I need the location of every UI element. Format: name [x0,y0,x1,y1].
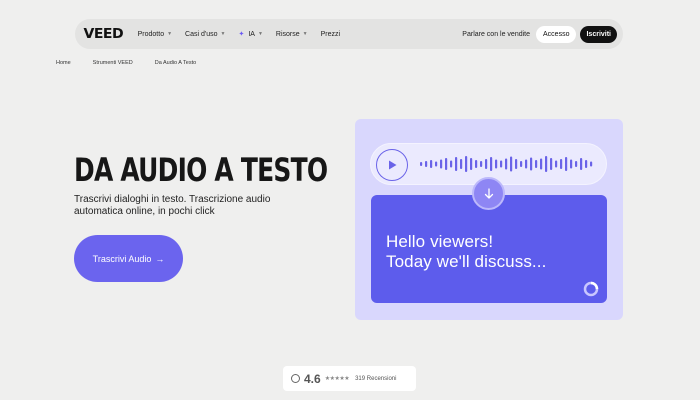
chevron-down-icon: ▼ [167,31,173,37]
waveform-bar [450,160,453,168]
waveform-bar [550,158,553,170]
waveform-bar [455,157,458,171]
veed-logo[interactable]: VEED [84,27,124,42]
waveform-bar [530,157,533,171]
breadcrumb-tools[interactable]: Strumenti VEED [93,60,133,66]
transcript-text: Hello viewers! Today we'll discuss... [386,232,547,271]
waveform-bar [515,159,518,169]
cta-label: Trascrivi Audio [92,253,152,264]
waveform-bar [480,161,483,167]
breadcrumb: Home Strumenti VEED Da Audio A Testo [56,60,218,66]
nav-item-prodotto[interactable]: Prodotto ▼ [138,31,172,38]
arrow-down-icon [472,177,505,210]
waveform-bar [440,159,443,169]
waveform-bar [430,160,433,168]
sales-link[interactable]: Parlare con le vendite [462,31,530,38]
waveform-icon [420,156,593,172]
chevron-down-icon: ▼ [220,31,226,37]
waveform-bar [470,158,473,170]
nav-item-ia[interactable]: ✦ IA ▼ [238,30,263,39]
waveform-bar [555,160,558,168]
nav-item-casi-duso[interactable]: Casi d'uso ▼ [185,31,225,38]
waveform-bar [590,161,593,167]
waveform-bar [520,161,523,167]
page-subtitle: Trascrivi dialoghi in testo. Trascrizion… [74,194,271,217]
signup-button[interactable]: Iscriviti [580,25,617,43]
waveform-bar [570,159,573,169]
waveform-bar [420,162,423,166]
waveform-bar [545,156,548,172]
nav-links: Prodotto ▼ Casi d'uso ▼ ✦ IA ▼ Risorse ▼ Prez… [138,30,353,39]
page-title: DA AUDIO A TESTO [74,151,328,189]
waveform-bar [540,158,543,170]
login-button[interactable]: Accesso [536,25,577,43]
waveform-bar [525,159,528,169]
waveform-bar [580,158,583,170]
waveform-bar [490,157,493,171]
play-icon [376,149,408,181]
review-count: 319 Recensioni [355,375,397,382]
waveform-bar [435,161,438,167]
waveform-bar [575,161,578,167]
star-rating-icon: ★★★★★ [324,376,350,382]
sparkle-icon: ✦ [238,31,245,38]
waveform-bar [475,160,478,168]
waveform-bar [535,160,538,168]
waveform-bar [565,157,568,171]
breadcrumb-home[interactable]: Home [56,60,71,66]
waveform-bar [465,156,468,172]
arrow-right-icon: → [155,253,165,264]
breadcrumb-current: Da Audio A Testo [154,60,197,66]
loading-ring-icon [583,281,599,297]
rating-score: 4.6 [304,371,321,386]
chevron-down-icon: ▼ [257,31,263,37]
waveform-bar [495,159,498,169]
waveform-bar [425,161,428,167]
transcribe-audio-button[interactable]: Trascrivi Audio → [74,235,183,282]
transcript-box: Hello viewers! Today we'll discuss... [371,195,607,303]
google-icon [291,374,300,383]
nav-actions: Parlare con le vendite Accesso Iscriviti [462,25,617,43]
waveform-bar [510,156,513,172]
waveform-bar [445,158,448,170]
chevron-down-icon: ▼ [302,31,308,37]
waveform-bar [585,160,588,168]
waveform-bar [500,160,503,168]
waveform-bar [485,159,488,169]
waveform-bar [560,159,563,169]
top-nav: VEED Prodotto ▼ Casi d'uso ▼ ✦ IA ▼ Risorse ▼… [75,19,623,49]
waveform-bar [505,158,508,170]
nav-item-risorse[interactable]: Risorse ▼ [276,31,308,38]
waveform-bar [460,159,463,169]
nav-item-prezzi[interactable]: Prezzi [321,31,340,38]
rating-badge[interactable]: 4.6 ★★★★★ 319 Recensioni [283,366,416,391]
